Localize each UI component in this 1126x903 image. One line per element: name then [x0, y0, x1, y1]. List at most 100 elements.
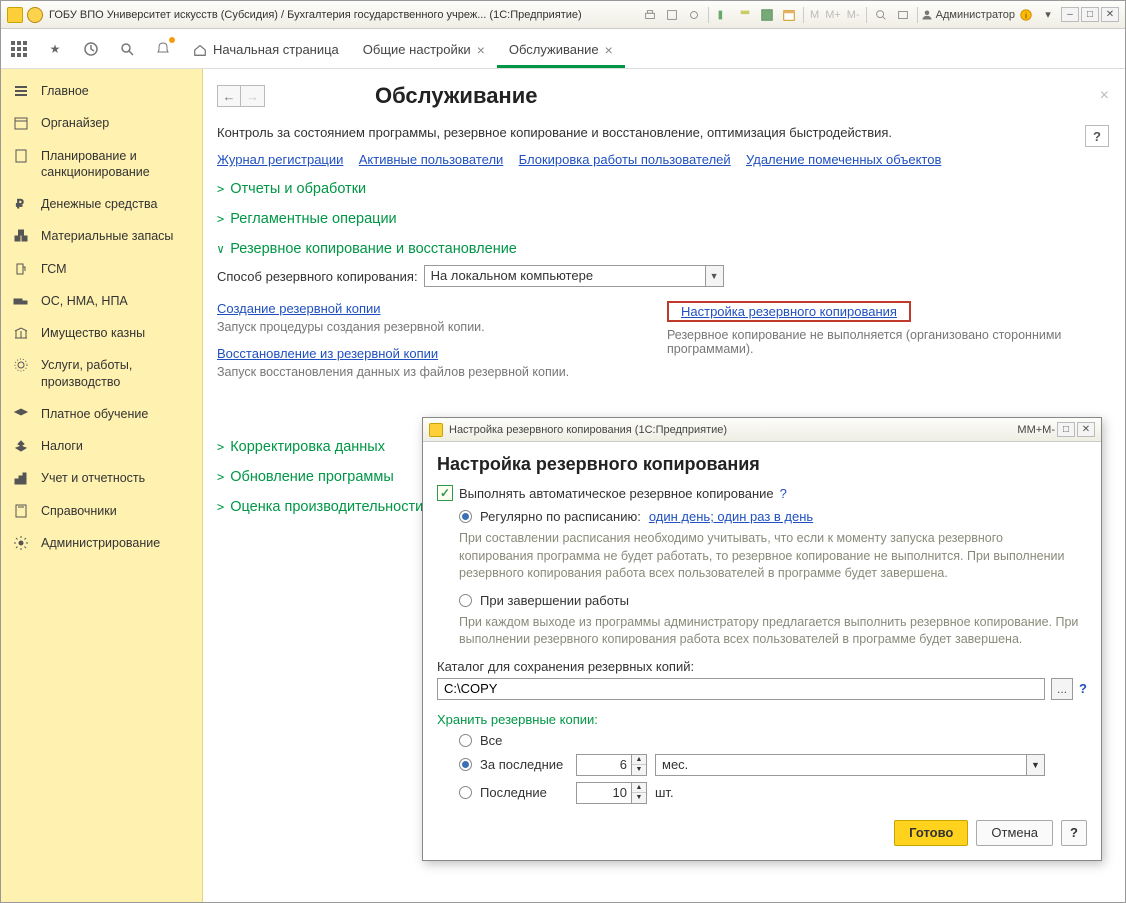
close-button[interactable]: ✕	[1077, 422, 1095, 437]
user-label[interactable]: Администратор	[921, 9, 1015, 21]
main-window: ГОБУ ВПО Университет искусств (Субсидия)…	[0, 0, 1126, 903]
sidebar-item-references[interactable]: Справочники	[1, 495, 202, 527]
keep-label: Хранить резервные копии:	[437, 712, 1087, 727]
menu-icon	[11, 83, 31, 99]
tool2-icon[interactable]	[736, 6, 754, 24]
zoom-icon[interactable]	[872, 6, 890, 24]
save-icon[interactable]	[663, 6, 681, 24]
bell-icon[interactable]	[153, 39, 173, 59]
sidebar-item-fuel[interactable]: ГСМ	[1, 253, 202, 285]
section-backup[interactable]: ∨Резервное копирование и восстановление	[217, 241, 1117, 257]
page-description: Контроль за состоянием программы, резерв…	[217, 125, 1077, 140]
keep-lastc-spinner[interactable]: 10▲▼	[576, 782, 647, 804]
radio-schedule[interactable]	[459, 510, 472, 523]
maximize-button[interactable]: □	[1057, 422, 1075, 437]
link-restore-backup[interactable]: Восстановление из резервной копии	[217, 346, 438, 361]
mplus-label: M+	[825, 9, 841, 21]
book-icon	[11, 503, 31, 519]
link-create-backup[interactable]: Создание резервной копии	[217, 301, 381, 316]
section-reports[interactable]: >Отчеты и обработки	[217, 181, 1117, 197]
help-link[interactable]: ?	[1079, 681, 1087, 696]
auto-backup-checkbox[interactable]: ✓	[437, 485, 453, 501]
eagle-icon	[11, 438, 31, 454]
calendar-icon[interactable]	[780, 6, 798, 24]
sidebar-item-organizer[interactable]: Органайзер	[1, 107, 202, 139]
mminus-label: M-	[847, 9, 860, 21]
sidebar-item-treasury[interactable]: Имущество казны	[1, 317, 202, 349]
close-button[interactable]: ✕	[1101, 7, 1119, 22]
sidebar-item-reports[interactable]: Учет и отчетность	[1, 462, 202, 494]
section-scheduled[interactable]: >Регламентные операции	[217, 211, 1117, 227]
info-icon[interactable]: i	[1017, 6, 1035, 24]
star-icon[interactable]: ★	[45, 39, 65, 59]
sidebar-item-main[interactable]: Главное	[1, 75, 202, 107]
minimize-button[interactable]: –	[1061, 7, 1079, 22]
forward-button[interactable]: →	[241, 85, 265, 107]
window-title: ГОБУ ВПО Университет искусств (Субсидия)…	[49, 9, 582, 21]
ruble-icon: ₽	[11, 196, 31, 212]
backup-settings-dialog: Настройка резервного копирования (1С:Пре…	[422, 417, 1102, 861]
back-button[interactable]: ←	[217, 85, 241, 107]
close-icon[interactable]: ×	[1100, 87, 1109, 105]
chart-icon	[11, 470, 31, 486]
link-delete-marked[interactable]: Удаление помеченных объектов	[746, 152, 941, 167]
cancel-button[interactable]: Отмена	[976, 820, 1053, 846]
chevron-down-icon[interactable]: ▼	[705, 266, 723, 286]
link-active-users[interactable]: Активные пользователи	[359, 152, 504, 167]
link-row: Журнал регистрации Активные пользователи…	[217, 152, 1117, 167]
tab-maintenance[interactable]: Обслуживание×	[497, 32, 625, 68]
link-backup-settings[interactable]: Настройка резервного копирования	[681, 304, 897, 319]
sidebar-item-education[interactable]: Платное обучение	[1, 398, 202, 430]
home-icon	[193, 43, 207, 57]
sidebar-item-materials[interactable]: Материальные запасы	[1, 220, 202, 252]
radio-on-exit[interactable]	[459, 594, 472, 607]
refresh-icon[interactable]	[685, 6, 703, 24]
close-icon[interactable]: ×	[605, 43, 613, 57]
print-icon[interactable]	[641, 6, 659, 24]
m-label: M	[810, 9, 819, 21]
exit-hint: При каждом выходе из программы администр…	[459, 614, 1079, 649]
sidebar-item-money[interactable]: ₽Денежные средства	[1, 188, 202, 220]
find-icon[interactable]	[894, 6, 912, 24]
history-icon[interactable]	[81, 39, 101, 59]
tab-home[interactable]: Начальная страница	[181, 32, 351, 68]
schedule-link[interactable]: один день; один раз в день	[649, 509, 813, 524]
sidebar-item-admin[interactable]: Администрирование	[1, 527, 202, 559]
create-backup-hint: Запуск процедуры создания резервной копи…	[217, 320, 647, 334]
tool1-icon[interactable]	[714, 6, 732, 24]
dialog-title: Настройка резервного копирования (1С:Пре…	[449, 424, 727, 436]
calc-icon[interactable]	[758, 6, 776, 24]
radio-keep-all[interactable]	[459, 734, 472, 747]
svg-text:i: i	[1025, 11, 1027, 20]
tab-settings[interactable]: Общие настройки×	[351, 32, 497, 68]
page-title: Обслуживание	[375, 83, 537, 109]
ok-button[interactable]: Готово	[894, 820, 968, 846]
help-button[interactable]: ?	[1061, 820, 1087, 846]
dropdown-icon[interactable]: ▾	[1039, 6, 1057, 24]
search-icon[interactable]	[117, 39, 137, 59]
apps-icon[interactable]	[9, 39, 29, 59]
keep-lastn-spinner[interactable]: 6▲▼	[576, 754, 647, 776]
backup-method-select[interactable]: На локальном компьютере ▼	[424, 265, 724, 287]
link-journal[interactable]: Журнал регистрации	[217, 152, 343, 167]
keep-lastn-unit-select[interactable]: мес.▼	[655, 754, 1045, 776]
help-link[interactable]: ?	[780, 486, 787, 501]
close-icon[interactable]: ×	[477, 43, 485, 57]
radio-keep-lastn[interactable]	[459, 758, 472, 771]
link-block-users[interactable]: Блокировка работы пользователей	[519, 152, 731, 167]
backup-path-input[interactable]	[437, 678, 1045, 700]
backup-method-label: Способ резервного копирования:	[217, 269, 418, 284]
titlebar: ГОБУ ВПО Университет искусств (Субсидия)…	[1, 1, 1125, 29]
bank-icon	[11, 325, 31, 341]
maximize-button[interactable]: □	[1081, 7, 1099, 22]
schedule-hint: При составлении расписания необходимо уч…	[459, 530, 1079, 583]
sidebar-item-os[interactable]: ОС, НМА, НПА	[1, 285, 202, 317]
calendar-icon	[11, 115, 31, 131]
browse-button[interactable]: ...	[1051, 678, 1073, 700]
sidebar-item-planning[interactable]: Планирование и санкционирование	[1, 140, 202, 189]
radio-keep-lastc[interactable]	[459, 786, 472, 799]
sidebar-item-taxes[interactable]: Налоги	[1, 430, 202, 462]
sidebar-item-services[interactable]: Услуги, работы, производство	[1, 349, 202, 398]
help-button[interactable]: ?	[1085, 125, 1109, 147]
backup-settings-hint: Резервное копирование не выполняется (ор…	[667, 328, 1097, 356]
